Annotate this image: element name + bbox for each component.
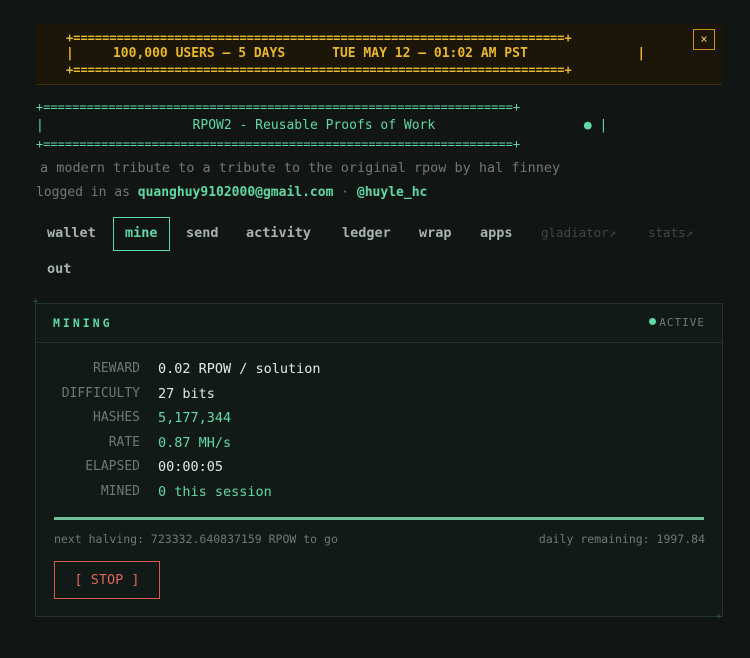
nav-gladiator-link[interactable]: gladiator↗ [530, 217, 627, 249]
stat-value: 0.87 MH/s [158, 435, 232, 451]
title-border-top: +=======================================… [36, 100, 521, 114]
stat-value: 00:00:05 [158, 459, 224, 475]
nav-stats-link[interactable]: stats↗ [637, 217, 704, 249]
login-separator: · [341, 185, 350, 200]
banner-date-text: TUE MAY 12 — 01:02 AM PST [332, 46, 528, 61]
nav-mine[interactable]: mine [113, 217, 170, 251]
close-banner-button[interactable]: × [693, 29, 715, 50]
close-icon: × [700, 32, 708, 46]
stat-row-mined: MINED 0 this session [36, 484, 722, 504]
panel-header: MINING ACTIVE [36, 304, 722, 343]
stat-row-difficulty: DIFFICULTY 27 bits [36, 386, 722, 406]
stat-row-rate: RATE 0.87 MH/s [36, 435, 722, 455]
next-halving-text: next halving: 723332.640837159 RPOW to g… [54, 532, 338, 546]
banner-users-text: 100,000 USERS — 5 DAYS [112, 46, 286, 61]
status-dot-icon: ● [583, 118, 592, 133]
progress-fill [54, 517, 704, 520]
login-info: logged in as quanghuy9102000@gmail.com ·… [36, 185, 427, 200]
mining-progress-bar [54, 517, 704, 520]
nav-wallet[interactable]: wallet [36, 217, 107, 249]
app-title: RPOW2 - Reusable Proofs of Work [192, 118, 436, 133]
user-handle[interactable]: @huyle_hc [357, 185, 427, 200]
stop-mining-button[interactable]: [ STOP ] [54, 561, 160, 599]
title-box: +=======================================… [36, 98, 607, 153]
nav-wrap[interactable]: wrap [408, 217, 463, 249]
stat-label: DIFFICULTY [61, 386, 140, 401]
stat-row-elapsed: ELAPSED 00:00:05 [36, 459, 722, 479]
nav-send[interactable]: send [175, 217, 230, 249]
stat-label: ELAPSED [85, 459, 140, 474]
panel-title: MINING [53, 316, 113, 330]
stat-value: 0 this session [158, 484, 272, 500]
title-border-bottom: +=======================================… [36, 137, 521, 151]
tagline: a modern tribute to a tribute to the ori… [40, 160, 561, 176]
active-dot-icon [649, 318, 657, 325]
status-label: ACTIVE [659, 316, 705, 329]
stat-value: 27 bits [158, 386, 215, 402]
banner-border-top: +=======================================… [66, 31, 572, 45]
title-line: | RPOW2 - Reusable Proofs of Work ● | [36, 118, 608, 133]
login-prefix: logged in as [36, 185, 130, 200]
stat-row-reward: REWARD 0.02 RPOW / solution [36, 361, 722, 381]
stat-value: 5,177,344 [158, 410, 232, 426]
daily-remaining-text: daily remaining: 1997.84 [538, 532, 705, 546]
banner-text-line: | 100,000 USERS — 5 DAYS TUE MAY 12 — 01… [66, 46, 646, 61]
stat-value: 0.02 RPOW / solution [158, 361, 321, 377]
stat-row-hashes: HASHES 5,177,344 [36, 410, 722, 430]
mining-panel: MINING ACTIVE REWARD 0.02 RPOW / solutio… [35, 303, 723, 617]
status-badge: ACTIVE [649, 316, 705, 329]
nav-apps[interactable]: apps [469, 217, 524, 249]
stat-label: RATE [108, 435, 140, 450]
announcement-banner: +=======================================… [36, 24, 722, 85]
nav-activity[interactable]: activity [235, 217, 322, 249]
stat-label: REWARD [93, 361, 140, 376]
nav-ledger[interactable]: ledger [331, 217, 402, 249]
banner-border-bottom: +=======================================… [66, 63, 572, 77]
stat-label: HASHES [93, 410, 140, 425]
nav-logout[interactable]: out [36, 253, 82, 285]
panel-corner-bottom-right: + [716, 612, 722, 622]
user-email: quanghuy9102000@gmail.com [137, 185, 334, 200]
stat-label: MINED [100, 484, 140, 499]
